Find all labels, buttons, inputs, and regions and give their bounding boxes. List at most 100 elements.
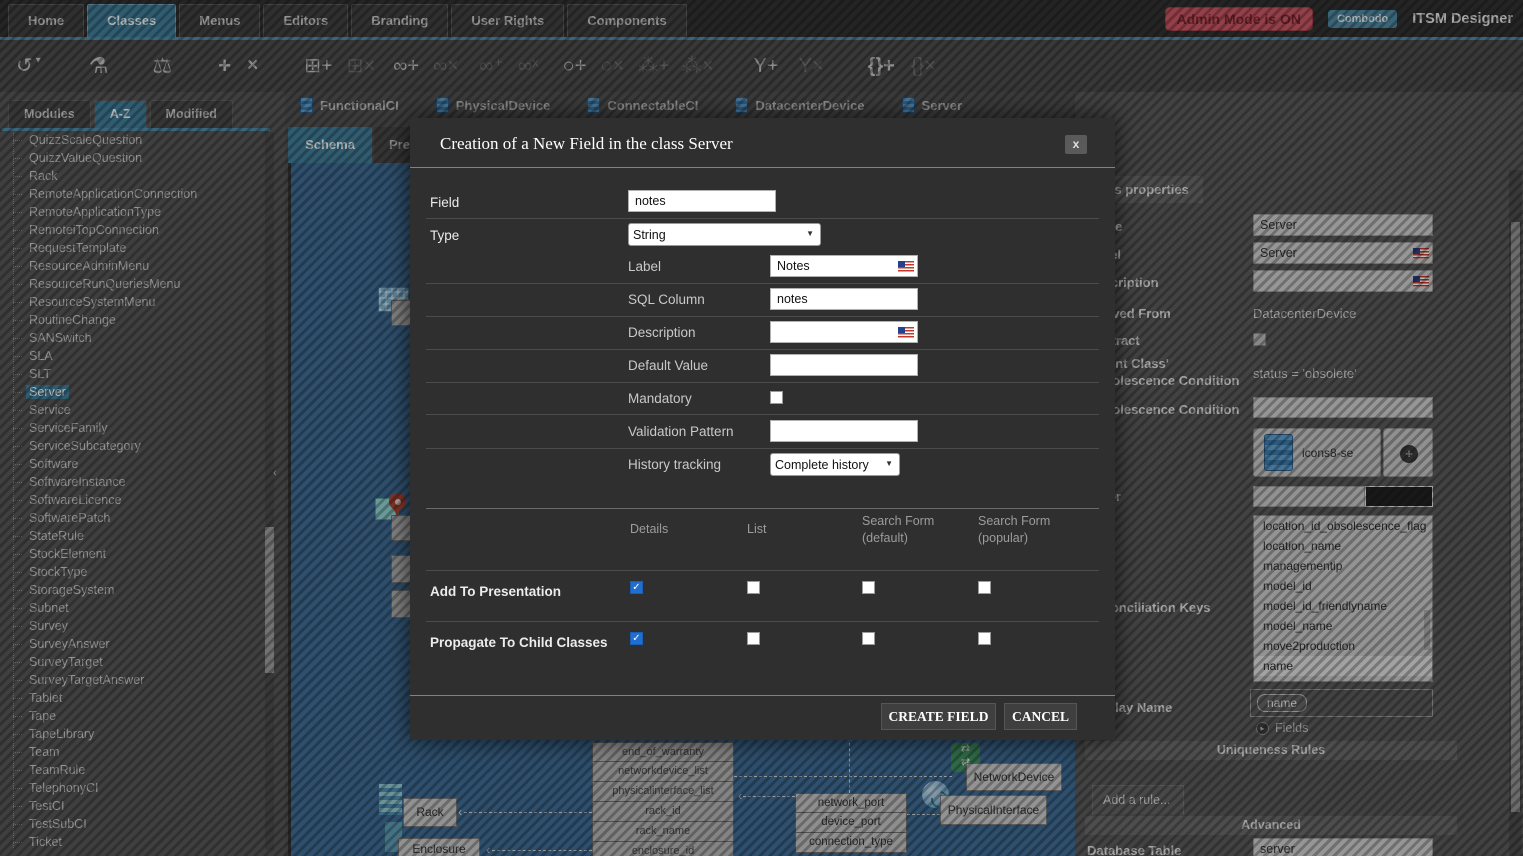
undo-caret-icon[interactable]: ▾ bbox=[36, 50, 41, 72]
delete-hierarchy-icon[interactable]: Y× bbox=[799, 55, 824, 77]
sidebar-item[interactable]: Tablet bbox=[0, 689, 262, 707]
nav-tab[interactable]: Home bbox=[8, 4, 84, 37]
sidebar-item[interactable]: ResourceAdminMenu bbox=[0, 257, 262, 275]
class-box-partial[interactable] bbox=[391, 555, 411, 583]
propagate-checkbox[interactable] bbox=[747, 632, 760, 645]
obsolescence-input[interactable] bbox=[1253, 397, 1433, 418]
delete-class-icon[interactable]: × bbox=[247, 55, 258, 77]
label-input[interactable] bbox=[1253, 242, 1433, 264]
test-flask-icon[interactable]: ⚗ bbox=[89, 55, 109, 77]
sidebar-item[interactable]: RemoteiTopConnection bbox=[0, 221, 262, 239]
add-class-icon[interactable]: + bbox=[218, 55, 231, 77]
label-input[interactable] bbox=[770, 255, 918, 277]
reconciliation-item[interactable]: move2production bbox=[1254, 636, 1432, 656]
field-name-input[interactable] bbox=[628, 190, 776, 212]
sidebar-item[interactable]: SurveyTarget bbox=[0, 653, 262, 671]
validation-pattern-input[interactable] bbox=[770, 420, 918, 442]
nav-tab[interactable]: User Rights bbox=[451, 4, 564, 37]
attribute-row[interactable]: network_port bbox=[795, 793, 907, 813]
abstract-checkbox[interactable] bbox=[1253, 333, 1266, 346]
attribute-row[interactable]: rack_name bbox=[592, 822, 734, 842]
description-input[interactable] bbox=[770, 321, 918, 343]
sidebar-scrollbar-thumb[interactable] bbox=[265, 527, 274, 673]
sidebar-item[interactable]: Survey bbox=[0, 617, 262, 635]
sidebar-item[interactable]: SLT bbox=[0, 365, 262, 383]
presentation-checkbox[interactable] bbox=[630, 581, 643, 594]
sidebar-tab[interactable]: Modules bbox=[8, 100, 91, 128]
sidebar-item[interactable]: SoftwareInstance bbox=[0, 473, 262, 491]
add-rule-button[interactable]: Add a rule... bbox=[1092, 785, 1184, 814]
presentation-checkbox[interactable] bbox=[978, 581, 991, 594]
sidebar-item[interactable]: TelephonyCI bbox=[0, 779, 262, 797]
sql-column-input[interactable] bbox=[770, 288, 918, 310]
create-field-button[interactable]: CREATE FIELD bbox=[881, 703, 996, 730]
reconciliation-item[interactable]: managementip bbox=[1254, 556, 1432, 576]
propagate-checkbox[interactable] bbox=[978, 632, 991, 645]
sidebar-tab[interactable]: Modified bbox=[150, 100, 233, 128]
nav-tab[interactable]: Branding bbox=[351, 4, 448, 37]
sidebar-item[interactable]: ServiceSubcategory bbox=[0, 437, 262, 455]
sidebar-item[interactable]: Software bbox=[0, 455, 262, 473]
reconciliation-item[interactable]: model_name bbox=[1254, 616, 1432, 636]
add-linkset-icon[interactable]: ∞⁺ bbox=[479, 55, 504, 77]
delete-link-icon[interactable]: ∞× bbox=[433, 55, 459, 77]
cancel-button[interactable]: CANCEL bbox=[1004, 703, 1077, 730]
propagate-checkbox[interactable] bbox=[630, 632, 643, 645]
delete-method-icon[interactable]: {}× bbox=[911, 55, 936, 77]
add-link-icon[interactable]: ∞+ bbox=[393, 55, 419, 77]
reconciliation-item[interactable]: name bbox=[1254, 656, 1432, 676]
compare-scales-icon[interactable]: ⚖ bbox=[153, 55, 173, 77]
attribute-row[interactable]: connection_type bbox=[795, 833, 907, 853]
add-hierarchy-icon[interactable]: Y+ bbox=[754, 55, 779, 77]
attribute-row[interactable]: networkdevice_list bbox=[592, 762, 734, 782]
sidebar-item[interactable]: ResourceSystemMenu bbox=[0, 293, 262, 311]
undo-icon[interactable]: ↺ bbox=[16, 55, 33, 77]
sidebar-item[interactable]: StockElement bbox=[0, 545, 262, 563]
nav-tab[interactable]: Classes bbox=[87, 4, 176, 37]
display-name-token[interactable]: name bbox=[1257, 694, 1307, 712]
name-input[interactable] bbox=[1253, 214, 1433, 236]
sidebar-item[interactable]: SANSwitch bbox=[0, 329, 262, 347]
type-select[interactable]: String bbox=[628, 223, 821, 246]
icon-add-button[interactable]: + bbox=[1383, 428, 1433, 477]
sidebar-item[interactable]: StorageSystem bbox=[0, 581, 262, 599]
reconciliation-item[interactable]: model_id_friendlyname bbox=[1254, 596, 1432, 616]
diagram-node-rack[interactable]: Rack bbox=[403, 798, 457, 827]
diagram-node-enclosure[interactable]: Enclosure bbox=[398, 838, 480, 856]
class-tab[interactable]: PhysicalDevice bbox=[436, 97, 551, 113]
presentation-checkbox[interactable] bbox=[862, 581, 875, 594]
icon-picker[interactable]: icons8-se bbox=[1253, 428, 1381, 477]
sidebar-item[interactable]: SLA bbox=[0, 347, 262, 365]
sidebar-item[interactable]: ServiceFamily bbox=[0, 419, 262, 437]
nav-tab[interactable]: Menus bbox=[179, 4, 260, 37]
reconciliation-item[interactable]: model_id bbox=[1254, 576, 1432, 596]
sidebar-item[interactable]: RoutineChange bbox=[0, 311, 262, 329]
sidebar-item[interactable]: StateRule bbox=[0, 527, 262, 545]
sidebar-scrollbar-track[interactable] bbox=[265, 132, 274, 850]
database-table-input[interactable] bbox=[1253, 838, 1433, 856]
delete-group-icon[interactable]: ⁂× bbox=[682, 55, 714, 77]
default-value-input[interactable] bbox=[770, 354, 918, 376]
list-scrollbar-thumb[interactable] bbox=[1424, 610, 1430, 650]
diagram-node-physicalinterface[interactable]: PhysicalInterface bbox=[940, 795, 1047, 825]
view-tab[interactable]: Schema bbox=[288, 127, 372, 163]
sidebar-item[interactable]: RemoteApplicationConnection bbox=[0, 185, 262, 203]
sidebar-item[interactable]: Team bbox=[0, 743, 262, 761]
sidebar-item[interactable]: SoftwarePatch bbox=[0, 509, 262, 527]
sidebar-item[interactable]: Tape bbox=[0, 707, 262, 725]
sidebar-collapse-handle[interactable]: ‹ bbox=[273, 464, 285, 482]
attribute-row[interactable]: device_port bbox=[795, 813, 907, 833]
sidebar-item[interactable]: SurveyTargetAnswer bbox=[0, 671, 262, 689]
sidebar-item[interactable]: QuizzScaleQuestion bbox=[0, 131, 262, 149]
sidebar-tab[interactable]: A-Z bbox=[94, 100, 147, 128]
description-input[interactable] bbox=[1253, 270, 1433, 292]
close-icon[interactable]: x bbox=[1065, 135, 1087, 154]
color-picker[interactable] bbox=[1253, 486, 1433, 507]
class-box-partial[interactable] bbox=[391, 590, 411, 618]
sidebar-item[interactable]: TapeLibrary bbox=[0, 725, 262, 743]
sidebar-item[interactable]: Ticket bbox=[0, 833, 262, 851]
color-input[interactable] bbox=[1253, 486, 1365, 507]
nav-tab[interactable]: Editors bbox=[263, 4, 348, 37]
sidebar-item[interactable]: StockType bbox=[0, 563, 262, 581]
class-tab[interactable]: DatacenterDevice bbox=[735, 97, 864, 113]
